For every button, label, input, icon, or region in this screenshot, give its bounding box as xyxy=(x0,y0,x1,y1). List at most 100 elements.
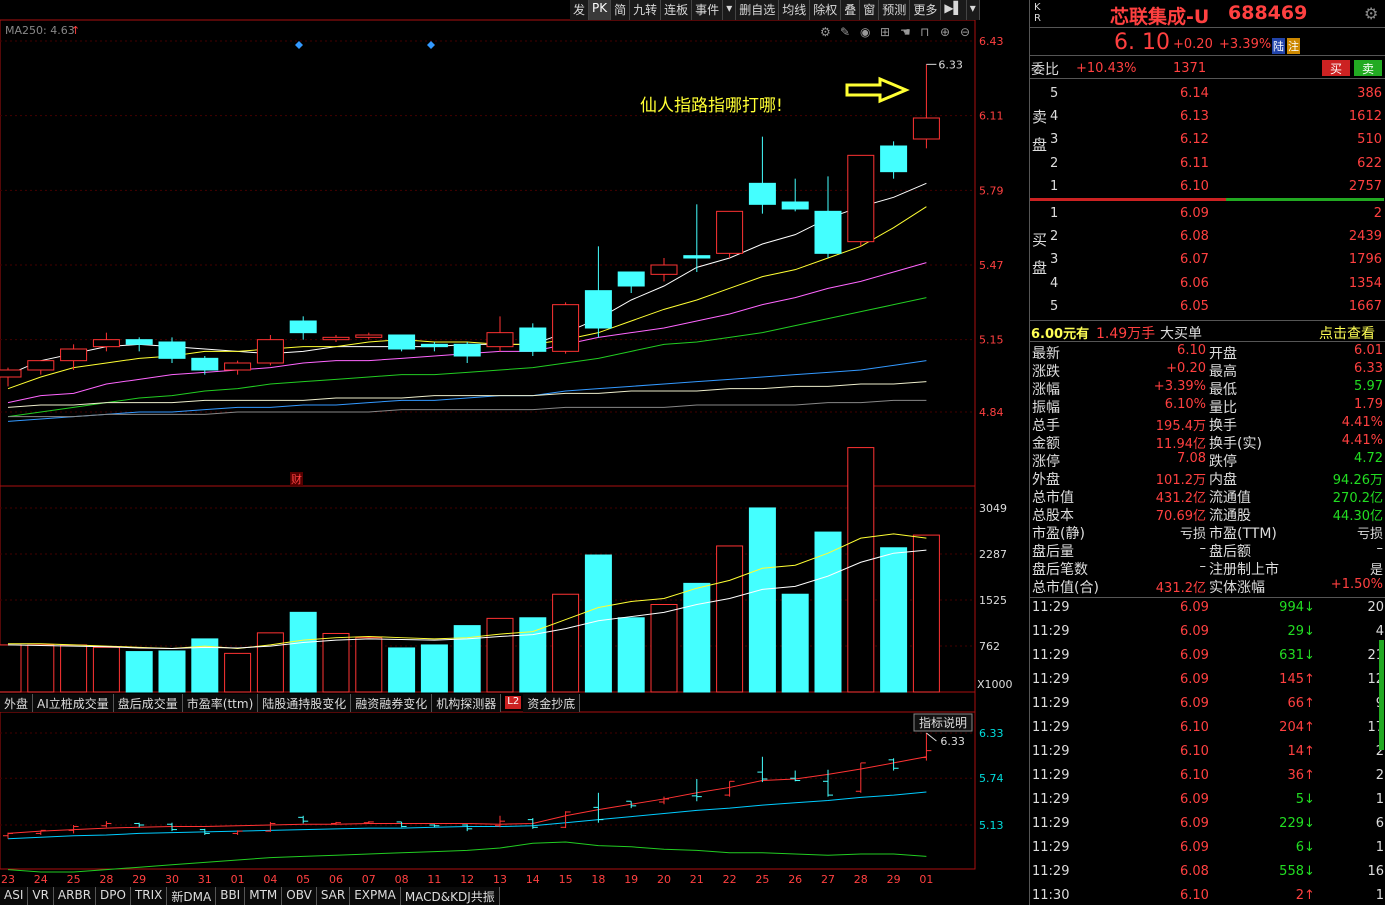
toolbar-item-8[interactable]: 均线 xyxy=(779,0,811,20)
candle[interactable] xyxy=(650,258,678,282)
toolbar-item-14[interactable]: ▶▌ xyxy=(941,0,967,20)
volume-bar[interactable] xyxy=(552,593,580,693)
sell-button[interactable]: 卖 xyxy=(1354,60,1382,76)
volume-bar[interactable] xyxy=(912,534,940,693)
buy-button[interactable]: 买 xyxy=(1322,60,1350,76)
candle[interactable] xyxy=(552,302,580,354)
candle[interactable] xyxy=(355,332,383,340)
candle[interactable] xyxy=(322,335,350,342)
volume-bar[interactable] xyxy=(60,644,88,693)
volume-bar[interactable] xyxy=(650,603,678,693)
lock-icon[interactable]: ⊓ xyxy=(920,25,929,39)
volume-bar[interactable] xyxy=(748,507,776,693)
candle[interactable] xyxy=(125,337,153,352)
tick-scrollbar[interactable] xyxy=(1379,640,1384,750)
toolbar-item-11[interactable]: 窗 xyxy=(860,0,880,20)
volume-bar[interactable] xyxy=(27,644,55,693)
finance-marker[interactable]: 财 xyxy=(291,472,302,486)
volume-bar[interactable] xyxy=(453,625,481,693)
volume-bar[interactable] xyxy=(716,545,744,693)
candle[interactable] xyxy=(781,178,809,212)
toolbar-item-10[interactable]: 叠 xyxy=(841,0,861,20)
volume-bar[interactable] xyxy=(683,582,711,693)
candle[interactable] xyxy=(27,360,55,375)
settings-icon[interactable]: ⚙ xyxy=(820,25,831,39)
pen-icon[interactable]: ✎ xyxy=(840,25,850,39)
eye-icon[interactable]: ◉ xyxy=(860,25,870,39)
toolbar-item-13[interactable]: 更多 xyxy=(910,0,942,20)
candle[interactable] xyxy=(748,136,776,214)
volume-bar[interactable] xyxy=(781,593,809,693)
toolbar-item-3[interactable]: 九转 xyxy=(630,0,662,20)
candle[interactable] xyxy=(617,271,645,293)
event-marker[interactable] xyxy=(427,41,435,49)
candle[interactable] xyxy=(847,154,875,247)
candle[interactable] xyxy=(453,342,481,363)
tab-top-0[interactable]: 外盘 xyxy=(0,694,34,712)
candle[interactable] xyxy=(519,323,547,356)
indicator-help-button[interactable]: 指标说明 xyxy=(919,715,967,730)
volume-bar[interactable] xyxy=(355,637,383,693)
briefcase-icon[interactable]: ⊞ xyxy=(880,25,890,39)
event-marker[interactable] xyxy=(295,41,303,49)
candle[interactable] xyxy=(683,204,711,272)
big-order-link[interactable]: 点击查看 xyxy=(1319,323,1375,343)
tab-bottom-3[interactable]: DPO xyxy=(96,887,131,905)
volume-bar[interactable] xyxy=(617,617,645,693)
tab-bottom-8[interactable]: OBV xyxy=(282,887,317,905)
tab-bottom-6[interactable]: BBI xyxy=(216,887,246,905)
tab-bottom-1[interactable]: VR xyxy=(28,887,54,905)
volume-bar[interactable] xyxy=(388,647,416,693)
toolbar-item-2[interactable]: 简 xyxy=(611,0,631,20)
volume-bar[interactable] xyxy=(92,646,120,693)
candle[interactable] xyxy=(584,246,612,338)
zoom-out-icon[interactable]: ⊖ xyxy=(960,25,970,39)
tab-bottom-4[interactable]: TRIX xyxy=(130,887,168,905)
volume-bar[interactable] xyxy=(519,617,547,693)
toolbar-item-5[interactable]: 事件 xyxy=(692,0,724,20)
tab-bottom-11[interactable]: MACD&KDJ共振 xyxy=(400,887,500,905)
volume-bar[interactable] xyxy=(289,611,317,693)
toolbar-item-6[interactable]: ▾ xyxy=(723,0,737,20)
volume-bar[interactable] xyxy=(486,617,514,693)
candle[interactable] xyxy=(880,141,908,179)
tab-bottom-9[interactable]: SAR xyxy=(316,887,351,905)
tab-top-8[interactable]: 资金抄底 xyxy=(523,694,581,712)
toolbar-item-7[interactable]: 删自选 xyxy=(736,0,780,20)
tab-bottom-5[interactable]: 新DMA xyxy=(167,887,217,905)
candle[interactable] xyxy=(388,334,416,352)
volume-bar[interactable] xyxy=(420,644,448,693)
volume-bar[interactable] xyxy=(224,652,252,693)
toolbar-item-9[interactable]: 除权 xyxy=(810,0,842,20)
hand-icon[interactable]: ☚ xyxy=(900,25,911,39)
candle[interactable] xyxy=(158,337,186,363)
tab-top-4[interactable]: 陆股通持股变化 xyxy=(258,694,352,712)
volume-bar[interactable] xyxy=(0,644,22,693)
tab-bottom-0[interactable]: ASI xyxy=(0,887,29,905)
candle[interactable] xyxy=(716,210,744,258)
toolbar-item-12[interactable]: 预测 xyxy=(879,0,911,20)
candle[interactable] xyxy=(420,342,448,352)
volume-bar[interactable] xyxy=(322,632,350,693)
volume-bar[interactable] xyxy=(847,447,875,693)
zoom-in-icon[interactable]: ⊕ xyxy=(940,25,950,39)
settings-icon[interactable]: ⚙ xyxy=(1364,4,1378,23)
candle[interactable] xyxy=(486,316,514,352)
tab-top-1[interactable]: AI立桩成交量 xyxy=(33,694,114,712)
volume-bar[interactable] xyxy=(880,547,908,693)
tab-bottom-7[interactable]: MTM xyxy=(245,887,283,905)
toolbar-item-1[interactable]: PK xyxy=(589,0,612,20)
toolbar-item-15[interactable]: ▾ xyxy=(966,0,980,20)
tab-top-2[interactable]: 盘后成交量 xyxy=(113,694,183,712)
tab-top-3[interactable]: 市盈率(ttm) xyxy=(182,694,259,712)
candle[interactable] xyxy=(0,367,22,387)
candle[interactable] xyxy=(256,335,284,366)
tab-bottom-10[interactable]: EXPMA xyxy=(350,887,401,905)
volume-bar[interactable] xyxy=(158,650,186,693)
volume-bar[interactable] xyxy=(125,651,153,693)
toolbar-item-4[interactable]: 连板 xyxy=(661,0,693,20)
candle[interactable] xyxy=(224,360,252,375)
toolbar-item-0[interactable]: 发 xyxy=(570,0,590,20)
tab-bottom-2[interactable]: ARBR xyxy=(53,887,97,905)
tab-top-7[interactable]: L2 xyxy=(505,696,522,709)
